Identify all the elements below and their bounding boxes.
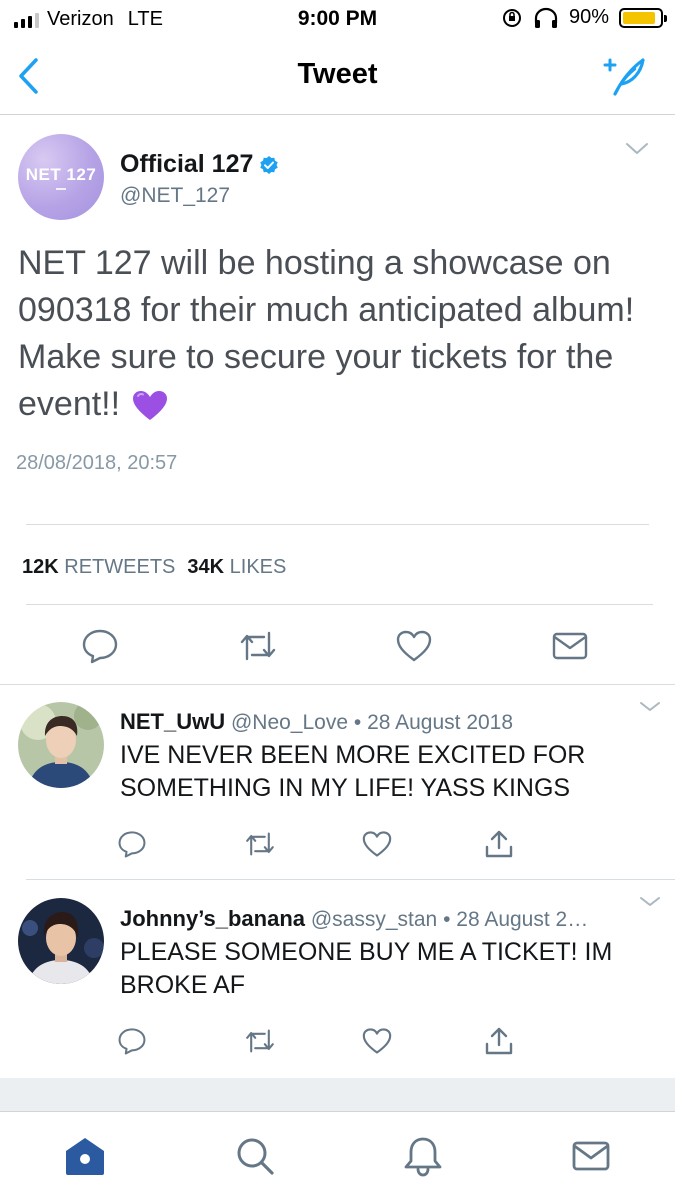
reply-author-handle[interactable]: @sassy_stan [311, 908, 437, 931]
tab-search[interactable] [232, 1133, 278, 1179]
reply-tweet[interactable]: Johnny’s_banana @sassy_stan • 28 August … [0, 880, 675, 1076]
divider [26, 524, 649, 525]
reply-actions [0, 1024, 675, 1056]
avatar[interactable] [18, 702, 104, 788]
compose-feather-icon [603, 58, 645, 96]
author-handle[interactable]: @NET_127 [120, 184, 230, 208]
likes-stat[interactable]: 34K LIKES [187, 556, 286, 579]
reply-bubble-icon [118, 1028, 146, 1055]
retweets-stat[interactable]: 12K RETWEETS [22, 556, 175, 579]
battery-percent: 90% [568, 6, 609, 28]
retweet-icon [246, 1029, 274, 1053]
reply-text: PLEASE SOMEONE BUY ME A TICKET! IM BROKE… [120, 938, 613, 999]
author-name: Official 127 [120, 150, 254, 178]
like-button[interactable] [360, 1024, 394, 1058]
nav-bar: Tweet [0, 38, 675, 115]
retweet-icon [246, 832, 274, 856]
battery-icon [619, 7, 667, 28]
reply-header: NET_UwU @Neo_Love • 28 August 2018 [120, 709, 514, 734]
page-title: Tweet [297, 58, 378, 90]
reply-author-name[interactable]: Johnny’s_banana [120, 906, 305, 931]
notifications-bell-icon [404, 1137, 442, 1177]
verified-badge-icon [260, 155, 279, 174]
retweet-button[interactable] [238, 626, 278, 666]
reply-author-handle[interactable]: @Neo_Love [231, 711, 348, 734]
orientation-lock-icon [502, 8, 521, 27]
like-button[interactable] [394, 626, 434, 666]
avatar[interactable] [18, 898, 104, 984]
reply-author-name[interactable]: NET_UwU [120, 709, 225, 734]
timeline-footer [0, 1078, 675, 1112]
tab-bar [0, 1113, 675, 1200]
avatar-logo-text: NET 127 [25, 164, 97, 184]
reply-header: Johnny’s_banana @sassy_stan • 28 August … [120, 906, 589, 931]
reply-date: 28 August 2… [456, 908, 589, 931]
reply-tweet[interactable]: NET_UwU @Neo_Love • 28 August 2018 IVE N… [0, 685, 675, 877]
like-button[interactable] [360, 827, 394, 861]
tab-notifications[interactable] [400, 1133, 446, 1179]
reply-actions [0, 827, 675, 859]
direct-message-button[interactable] [550, 626, 590, 666]
tweet-actions [0, 626, 675, 666]
heart-outline-icon [362, 831, 392, 857]
messages-envelope-icon [572, 1141, 610, 1171]
heart-outline-icon [362, 1028, 392, 1054]
tweet-timestamp: 28/08/2018, 20:57 [16, 452, 178, 474]
tab-home[interactable] [62, 1133, 108, 1179]
heart-outline-icon [396, 630, 432, 662]
chevron-down-icon[interactable] [639, 701, 661, 713]
compose-button[interactable] [599, 54, 649, 98]
avatar[interactable]: NET 127 [18, 134, 104, 220]
tweet-text: NET 127 will be hosting a showcase on 09… [18, 244, 635, 423]
retweet-button[interactable] [243, 827, 277, 861]
chevron-down-icon[interactable] [625, 142, 649, 156]
reply-button[interactable] [80, 626, 120, 666]
reply-text: IVE NEVER BEEN MORE EXCITED FOR SOMETHIN… [120, 741, 586, 802]
reply-date: 28 August 2018 [367, 711, 514, 734]
retweet-icon [240, 631, 276, 661]
envelope-icon [552, 632, 588, 660]
status-bar: Verizon LTE 9:00 PM 90% [0, 0, 675, 38]
search-icon [237, 1138, 274, 1175]
reply-button[interactable] [115, 1024, 149, 1058]
share-button[interactable] [482, 827, 516, 861]
share-icon [485, 830, 513, 858]
share-icon [485, 1027, 513, 1055]
divider [26, 604, 653, 605]
author-name-row[interactable]: Official 127 [120, 150, 279, 179]
retweet-button[interactable] [243, 1024, 277, 1058]
user-photo [18, 702, 104, 788]
home-icon [66, 1138, 104, 1175]
user-photo [18, 898, 104, 984]
reply-bubble-icon [118, 831, 146, 858]
reply-bubble-icon [82, 629, 118, 664]
reply-button[interactable] [115, 827, 149, 861]
share-button[interactable] [482, 1024, 516, 1058]
chevron-down-icon[interactable] [639, 896, 661, 908]
tweet-stats: 12K RETWEETS 34K LIKES [22, 556, 286, 579]
headphones-icon [534, 7, 558, 28]
purple-heart-icon [132, 391, 167, 421]
tab-messages[interactable] [568, 1133, 614, 1179]
